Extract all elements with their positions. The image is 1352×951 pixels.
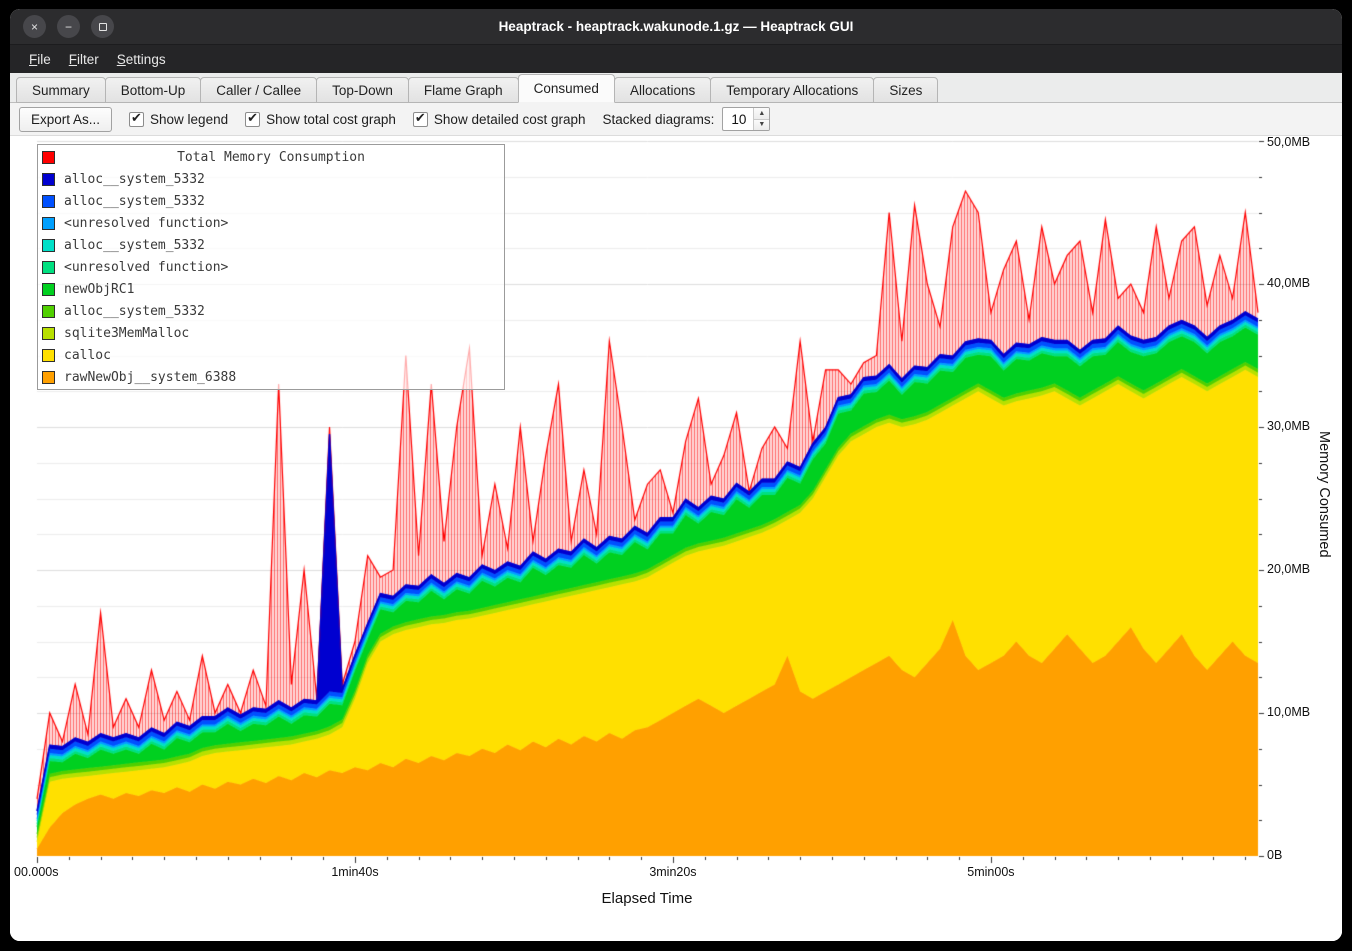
y-tick-label: 40,0MB <box>1267 276 1310 290</box>
legend-item: calloc <box>38 344 504 366</box>
y-tick-label: 50,0MB <box>1267 136 1310 149</box>
legend-color-swatch <box>42 195 55 208</box>
legend-item: sqlite3MemMalloc <box>38 322 504 344</box>
legend-item: rawNewObj__system_6388 <box>38 366 504 388</box>
stacked-diagrams-label: Stacked diagrams: <box>603 112 715 127</box>
menubar: File Filter Settings <box>10 45 1342 73</box>
menu-file[interactable]: File <box>20 48 60 71</box>
legend: Total Memory Consumption alloc__system_53… <box>37 144 505 390</box>
close-icon[interactable]: × <box>23 15 46 38</box>
spin-down-button[interactable]: ▼ <box>754 119 769 131</box>
tabbar: Summary Bottom-Up Caller / Callee Top-Do… <box>10 73 1342 103</box>
checkbox-icon: ✔ <box>129 112 144 127</box>
legend-color-swatch <box>42 261 55 274</box>
legend-item-label: sqlite3MemMalloc <box>64 326 189 341</box>
app-window: × − Heaptrack - heaptrack.wakunode.1.gz … <box>10 9 1342 941</box>
chart-region: Total Memory Consumption alloc__system_53… <box>10 136 1342 941</box>
toolbar: Export As... ✔ Show legend ✔ Show total … <box>10 103 1342 136</box>
maximize-icon[interactable] <box>91 15 114 38</box>
y-tick-label: 0B <box>1267 848 1282 862</box>
y-tick-label: 20,0MB <box>1267 562 1310 576</box>
checkmark-icon: ✔ <box>131 110 142 126</box>
show-total-cost-graph-checkbox[interactable]: ✔ Show total cost graph <box>245 112 396 127</box>
menu-settings[interactable]: Settings <box>108 48 175 71</box>
checkmark-icon: ✔ <box>247 110 258 126</box>
tab-temporary-allocations[interactable]: Temporary Allocations <box>710 77 874 103</box>
window-controls: × − <box>23 15 114 38</box>
titlebar: × − Heaptrack - heaptrack.wakunode.1.gz … <box>10 9 1342 45</box>
legend-item: <unresolved function> <box>38 256 504 278</box>
x-tick-label: 3min20s <box>649 865 696 879</box>
legend-title-row: Total Memory Consumption <box>38 146 504 168</box>
legend-color-swatch <box>42 283 55 296</box>
page: { "window": { "title": "Heaptrack - heap… <box>0 0 1352 951</box>
legend-item: newObjRC1 <box>38 278 504 300</box>
legend-item-label: newObjRC1 <box>64 282 134 297</box>
tab-summary[interactable]: Summary <box>16 77 106 103</box>
spin-buttons: ▲ ▼ <box>753 108 769 130</box>
y-tick-label: 30,0MB <box>1267 419 1310 433</box>
legend-item-label: alloc__system_5332 <box>64 238 205 253</box>
legend-color-swatch <box>42 305 55 318</box>
minimize-icon[interactable]: − <box>57 15 80 38</box>
maximize-glyph <box>99 23 107 31</box>
checkbox-label: Show legend <box>150 112 228 127</box>
stacked-diagrams-group: Stacked diagrams: 10 ▲ ▼ <box>603 107 771 131</box>
y-axis-title: Memory Consumed <box>1316 431 1332 558</box>
stacked-diagrams-value[interactable]: 10 <box>723 108 753 130</box>
legend-item-label: alloc__system_5332 <box>64 194 205 209</box>
legend-item-label: alloc__system_5332 <box>64 172 205 187</box>
window-title: Heaptrack - heaptrack.wakunode.1.gz — He… <box>10 19 1342 34</box>
tab-allocations[interactable]: Allocations <box>614 77 711 103</box>
y-tick-label: 10,0MB <box>1267 705 1310 719</box>
legend-item: alloc__system_5332 <box>38 300 504 322</box>
x-tick-label: 5min00s <box>967 865 1014 879</box>
legend-item-label: calloc <box>64 348 111 363</box>
x-tick-label: 1min40s <box>331 865 378 879</box>
legend-item: alloc__system_5332 <box>38 168 504 190</box>
checkbox-label: Show total cost graph <box>266 112 396 127</box>
tab-caller-callee[interactable]: Caller / Callee <box>200 77 317 103</box>
export-as-button[interactable]: Export As... <box>19 107 112 132</box>
checkbox-icon: ✔ <box>245 112 260 127</box>
checkbox-label: Show detailed cost graph <box>434 112 586 127</box>
legend-color-swatch <box>42 217 55 230</box>
spin-up-button[interactable]: ▲ <box>754 108 769 119</box>
x-tick-label: 00.000s <box>14 865 58 879</box>
legend-color-swatch <box>42 349 55 362</box>
menu-filter[interactable]: Filter <box>60 48 108 71</box>
legend-color-swatch <box>42 239 55 252</box>
show-legend-checkbox[interactable]: ✔ Show legend <box>129 112 228 127</box>
legend-color-swatch <box>42 327 55 340</box>
x-axis-title: Elapsed Time <box>10 890 1284 907</box>
stacked-diagrams-spinbox[interactable]: 10 ▲ ▼ <box>722 107 770 131</box>
legend-item: alloc__system_5332 <box>38 234 504 256</box>
legend-item-label: <unresolved function> <box>64 216 228 231</box>
legend-color-swatch <box>42 371 55 384</box>
legend-item-label: <unresolved function> <box>64 260 228 275</box>
checkbox-icon: ✔ <box>413 112 428 127</box>
legend-item: alloc__system_5332 <box>38 190 504 212</box>
tab-sizes[interactable]: Sizes <box>873 77 938 103</box>
tab-bottom-up[interactable]: Bottom-Up <box>105 77 202 103</box>
legend-item-label: rawNewObj__system_6388 <box>64 370 236 385</box>
legend-item: <unresolved function> <box>38 212 504 234</box>
legend-color-swatch <box>42 173 55 186</box>
tab-top-down[interactable]: Top-Down <box>316 77 409 103</box>
tab-flame-graph[interactable]: Flame Graph <box>408 77 519 103</box>
show-detailed-cost-graph-checkbox[interactable]: ✔ Show detailed cost graph <box>413 112 586 127</box>
legend-chart-title: Total Memory Consumption <box>38 150 504 165</box>
tab-consumed[interactable]: Consumed <box>518 74 615 103</box>
checkmark-icon: ✔ <box>415 110 426 126</box>
legend-item-label: alloc__system_5332 <box>64 304 205 319</box>
